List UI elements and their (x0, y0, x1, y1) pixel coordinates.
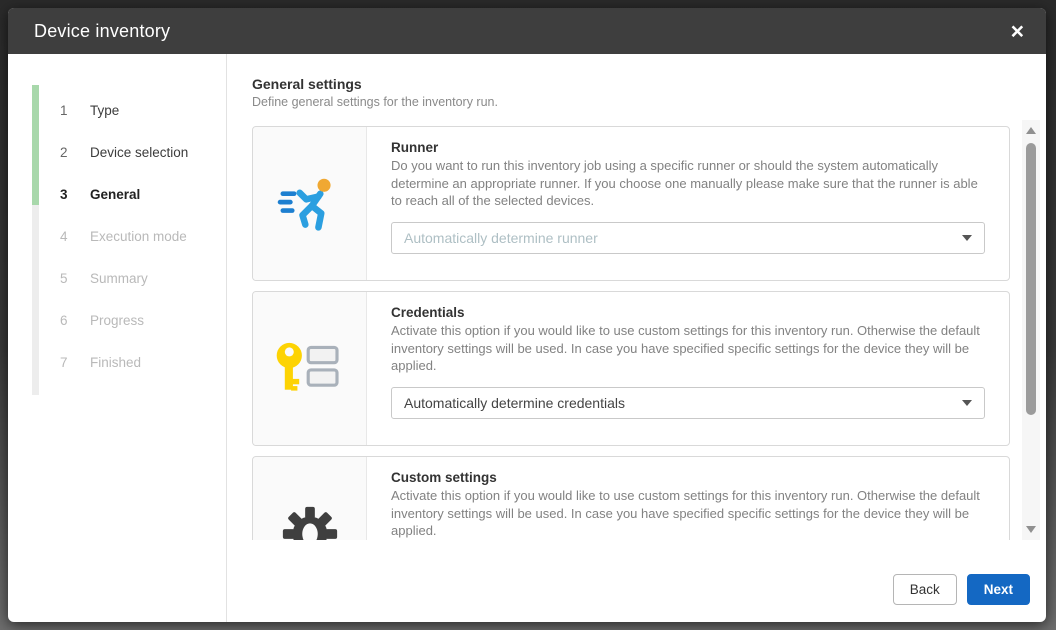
sidebar-item-summary[interactable]: 5 Summary (8, 257, 226, 299)
step-number: 1 (60, 103, 78, 118)
step-label: Execution mode (90, 229, 187, 244)
sidebar-item-general[interactable]: 3 General (8, 173, 226, 215)
step-label: Type (90, 103, 119, 118)
credentials-select-value: Automatically determine credentials (404, 395, 625, 411)
sidebar-item-device-selection[interactable]: 2 Device selection (8, 131, 226, 173)
card-title: Runner (391, 140, 985, 155)
gear-icon (253, 457, 367, 540)
step-number: 5 (60, 271, 78, 286)
custom-settings-card: Custom settings Activate this option if … (252, 456, 1010, 540)
step-number: 7 (60, 355, 78, 370)
step-number: 6 (60, 313, 78, 328)
progress-rail-done (32, 85, 39, 205)
chevron-down-icon (962, 400, 972, 406)
device-inventory-dialog: Device inventory × 1 Type 2 Device selec… (8, 8, 1046, 622)
step-content-general: General settings Define general settings… (227, 54, 1046, 622)
scrollbar-thumb[interactable] (1026, 143, 1036, 415)
step-number: 4 (60, 229, 78, 244)
wizard-steps: 1 Type 2 Device selection 3 General 4 Ex… (8, 54, 226, 383)
custom-settings-card-text: Custom settings Activate this option if … (367, 457, 1009, 540)
runner-icon (253, 127, 367, 280)
scroll-up-icon[interactable] (1026, 127, 1036, 134)
back-button[interactable]: Back (893, 574, 957, 605)
sidebar-item-finished[interactable]: 7 Finished (8, 341, 226, 383)
scroll-down-icon[interactable] (1026, 526, 1036, 533)
step-label: Progress (90, 313, 144, 328)
dialog-footer: Back Next (893, 574, 1030, 605)
card-title: Credentials (391, 305, 985, 320)
progress-rail-todo (32, 205, 39, 395)
step-label: Device selection (90, 145, 188, 160)
credentials-card-text: Credentials Activate this option if you … (367, 292, 1009, 445)
vertical-scrollbar[interactable] (1022, 120, 1040, 540)
runner-card-text: Runner Do you want to run this inventory… (367, 127, 1009, 280)
step-number: 3 (60, 187, 78, 202)
key-icon (253, 292, 367, 445)
sidebar-item-type[interactable]: 1 Type (8, 89, 226, 131)
wizard-sidebar: 1 Type 2 Device selection 3 General 4 Ex… (8, 54, 227, 622)
card-description: Do you want to run this inventory job us… (391, 157, 985, 210)
settings-scroll-area: Runner Do you want to run this inventory… (252, 120, 1010, 540)
dialog-header: Device inventory × (8, 8, 1046, 54)
credentials-card: Credentials Activate this option if you … (252, 291, 1010, 446)
dialog-title: Device inventory (34, 21, 170, 42)
card-description: Activate this option if you would like t… (391, 487, 985, 540)
step-label: Summary (90, 271, 148, 286)
step-label: Finished (90, 355, 141, 370)
sidebar-item-progress[interactable]: 6 Progress (8, 299, 226, 341)
page-title: General settings (252, 76, 1046, 92)
sidebar-item-execution-mode[interactable]: 4 Execution mode (8, 215, 226, 257)
runner-select-value: Automatically determine runner (404, 230, 598, 246)
step-number: 2 (60, 145, 78, 160)
chevron-down-icon (962, 235, 972, 241)
dialog-body: 1 Type 2 Device selection 3 General 4 Ex… (8, 54, 1046, 622)
wizard-progress-rail (32, 85, 39, 395)
runner-card: Runner Do you want to run this inventory… (252, 126, 1010, 281)
card-title: Custom settings (391, 470, 985, 485)
close-icon[interactable]: × (1007, 18, 1028, 45)
next-button[interactable]: Next (967, 574, 1030, 605)
runner-select[interactable]: Automatically determine runner (391, 222, 985, 254)
content-header: General settings Define general settings… (227, 54, 1046, 109)
card-description: Activate this option if you would like t… (391, 322, 985, 375)
page-subtitle: Define general settings for the inventor… (252, 95, 1046, 109)
credentials-select[interactable]: Automatically determine credentials (391, 387, 985, 419)
step-label: General (90, 187, 140, 202)
